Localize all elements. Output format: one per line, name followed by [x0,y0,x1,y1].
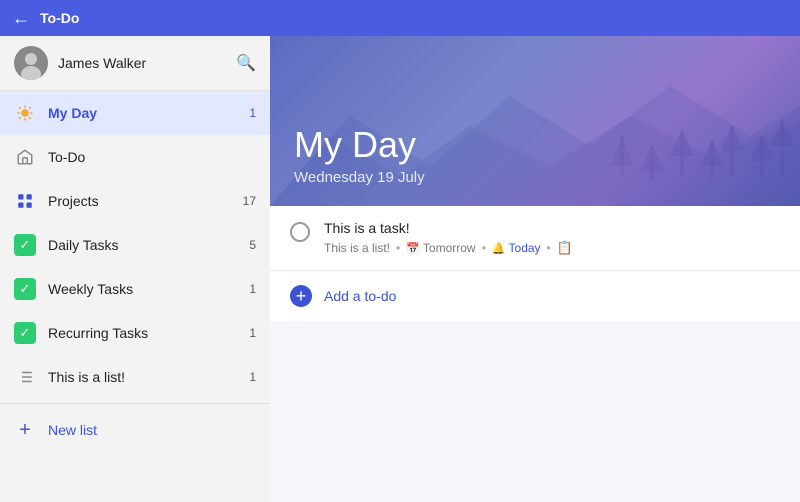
grid-icon [14,190,36,212]
plus-icon: + [14,419,36,441]
task-due-text: Tomorrow [423,241,476,255]
app-title: To-Do [40,10,79,26]
check-green-icon-daily: ✓ [14,234,36,256]
task-meta-separator-2: • [482,241,486,255]
avatar [14,46,48,80]
task-checkbox[interactable] [290,222,310,242]
calendar-icon: 📅 [406,242,420,255]
user-header: James Walker 🔍 [0,36,270,91]
task-reminder-text: Today [509,241,541,255]
task-meta: This is a list! • 📅 Tomorrow • 🔔 Today •… [324,240,780,256]
sidebar-item-todo[interactable]: To-Do [0,135,270,179]
task-list-name: This is a list! [324,241,390,255]
tasks-area: This is a task! This is a list! • 📅 Tomo… [270,206,800,502]
sidebar-item-label-this-is-a-list: This is a list! [48,369,249,385]
sidebar: James Walker 🔍 My Day 1 [0,36,270,502]
sidebar-item-projects[interactable]: Projects 17 [0,179,270,223]
sidebar-item-daily-tasks[interactable]: ✓ Daily Tasks 5 [0,223,270,267]
sidebar-item-label-projects: Projects [48,193,243,209]
back-button[interactable]: ← [12,8,30,29]
bell-icon: 🔔 [492,242,506,255]
user-name: James Walker [58,55,236,71]
sidebar-item-label-daily-tasks: Daily Tasks [48,237,249,253]
add-todo-label: Add a to-do [324,288,396,304]
add-todo-plus-icon: + [290,285,312,307]
task-due: 📅 Tomorrow [406,241,475,255]
sidebar-badge-weekly-tasks: 1 [249,282,256,296]
search-button[interactable]: 🔍 [236,53,256,73]
check-green-icon-recurring: ✓ [14,322,36,344]
add-todo-button[interactable]: + Add a to-do [270,271,800,321]
main-layout: James Walker 🔍 My Day 1 [0,36,800,502]
sun-icon [14,102,36,124]
task-content: This is a task! This is a list! • 📅 Tomo… [324,220,780,256]
sidebar-divider [0,403,270,404]
sidebar-item-my-day[interactable]: My Day 1 [0,91,270,135]
table-row[interactable]: This is a task! This is a list! • 📅 Tomo… [270,206,800,271]
task-reminder: 🔔 Today [492,241,541,255]
sidebar-item-recurring-tasks[interactable]: ✓ Recurring Tasks 1 [0,311,270,355]
house-icon [14,146,36,168]
sidebar-item-label-my-day: My Day [48,105,249,121]
new-list-label: New list [48,422,97,438]
list-icon [14,366,36,388]
topbar: ← To-Do [0,0,800,36]
sidebar-item-this-is-a-list[interactable]: This is a list! 1 [0,355,270,399]
task-meta-separator-1: • [396,241,400,255]
day-date: Wednesday 19 July [294,169,776,186]
task-meta-separator-3: • [547,241,551,255]
sidebar-badge-daily-tasks: 5 [249,238,256,252]
sidebar-badge-my-day: 1 [249,106,256,120]
right-panel: My Day Wednesday 19 July This is a task!… [270,36,800,502]
sidebar-item-label-weekly-tasks: Weekly Tasks [48,281,249,297]
sidebar-badge-projects: 17 [243,194,256,208]
day-banner: My Day Wednesday 19 July [270,36,800,206]
sidebar-item-label-todo: To-Do [48,149,256,165]
day-title: My Day [294,125,776,165]
check-green-icon-weekly: ✓ [14,278,36,300]
task-title: This is a task! [324,220,780,236]
sidebar-badge-this-is-a-list: 1 [249,370,256,384]
sidebar-item-weekly-tasks[interactable]: ✓ Weekly Tasks 1 [0,267,270,311]
new-list-button[interactable]: + New list [0,408,270,452]
sidebar-badge-recurring-tasks: 1 [249,326,256,340]
sidebar-item-label-recurring-tasks: Recurring Tasks [48,325,249,341]
task-note-icon: 📋 [557,240,573,256]
